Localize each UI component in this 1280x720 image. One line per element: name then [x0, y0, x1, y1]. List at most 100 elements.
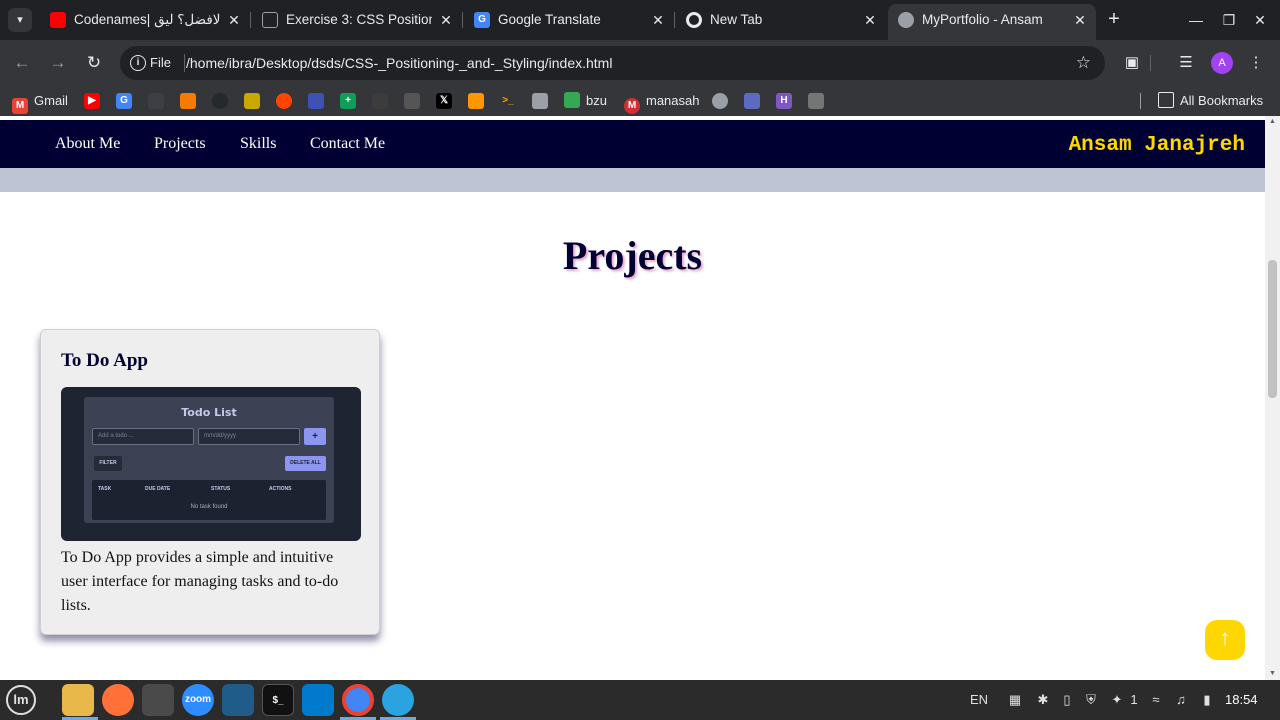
new-tab-button[interactable]: +	[1102, 8, 1126, 32]
media-control-icon[interactable]: ☰	[1174, 51, 1198, 75]
tab-codenames[interactable]: Codenames| الافضل؟ ليق ✕	[40, 4, 250, 36]
chrome-icon[interactable]	[342, 684, 374, 716]
tab-divider	[674, 12, 675, 28]
sound-icon[interactable]: ♫	[1172, 680, 1190, 720]
files-icon[interactable]	[62, 684, 94, 716]
x-icon[interactable]: 𝕏	[436, 93, 452, 109]
calendar-icon[interactable]	[308, 93, 324, 109]
nav-link-about-me[interactable]: About Me	[55, 120, 120, 168]
terminal-icon[interactable]: >_	[500, 93, 516, 109]
bookmark-label: bzu	[586, 93, 607, 108]
document-icon[interactable]	[532, 93, 548, 109]
project-screenshot: Todo List Add a todo ... mm/dd/yyyy + FI…	[61, 387, 361, 541]
bookmark-star-icon[interactable]: ☆	[1076, 46, 1091, 80]
restore-icon[interactable]: ❐	[1217, 8, 1241, 32]
github-cat-icon[interactable]	[212, 93, 228, 109]
extensions-icon[interactable]: ▣	[1120, 51, 1144, 75]
youtube-icon[interactable]: ▶	[84, 93, 100, 109]
globe-icon[interactable]	[712, 93, 728, 109]
tab-close-icon[interactable]: ✕	[650, 4, 666, 36]
bookmarks-bar: M Gmail ▶ G + 𝕏 >_ bzu Mmanasah H All Boo…	[0, 86, 1280, 116]
telegram-icon[interactable]	[382, 684, 414, 716]
tab-close-icon[interactable]: ✕	[438, 4, 454, 36]
bar-chart-icon[interactable]	[468, 93, 484, 109]
clipboard-icon[interactable]: ▯	[1058, 680, 1076, 720]
shield-icon[interactable]: ⛨	[1082, 680, 1100, 720]
emoji-icon[interactable]	[244, 93, 260, 109]
window-close-icon[interactable]: ✕	[1248, 8, 1272, 32]
update-manager-icon[interactable]: ▦	[1004, 680, 1026, 720]
translate-icon[interactable]: G	[116, 93, 132, 109]
minimize-icon[interactable]: —	[1184, 8, 1208, 32]
forward-arrow-icon[interactable]: →	[46, 51, 70, 75]
firefox-icon[interactable]	[102, 684, 134, 716]
kebab-menu-icon[interactable]: ⋮	[1244, 51, 1268, 75]
notifications-icon[interactable]: ✦	[1108, 680, 1126, 720]
h-icon[interactable]: H	[776, 93, 792, 109]
scheme-label: File	[150, 55, 171, 70]
cc-icon[interactable]	[372, 93, 388, 109]
delete-all-button-preview: DELETE ALL	[285, 456, 326, 471]
bookmark-gmail[interactable]: M Gmail	[12, 90, 68, 114]
add-button-preview: +	[304, 428, 326, 445]
scroll-up-arrow-icon[interactable]: ▲	[1265, 116, 1280, 128]
dictionary-icon[interactable]	[404, 93, 420, 109]
todo-heading: Todo List	[181, 406, 237, 419]
youtube-icon	[50, 12, 66, 28]
page-viewport: About Me Projects Skills Contact Me Ansa…	[0, 116, 1280, 680]
all-bookmarks[interactable]: All Bookmarks	[1158, 90, 1263, 112]
avatar[interactable]: A	[1211, 52, 1233, 74]
back-arrow-icon[interactable]: ←	[10, 51, 34, 75]
zoom-label: zoom	[184, 694, 212, 705]
bookmark-label: manasah	[646, 93, 700, 108]
tab-close-icon[interactable]: ✕	[862, 4, 878, 36]
reddit-icon[interactable]	[276, 93, 292, 109]
scroll-to-top-button[interactable]: ↑	[1205, 620, 1245, 660]
battery-icon[interactable]: ▮	[1198, 680, 1216, 720]
project-description: To Do App provides a simple and intuitiv…	[61, 549, 339, 614]
tab-new-tab[interactable]: New Tab ✕	[676, 4, 886, 36]
sheets-icon[interactable]: +	[340, 93, 356, 109]
nav-link-contact-me[interactable]: Contact Me	[310, 120, 385, 168]
screenshot-icon[interactable]	[142, 684, 174, 716]
tab-title: New Tab	[710, 12, 763, 27]
tab-close-icon[interactable]: ✕	[226, 4, 242, 36]
zoom-icon[interactable]: zoom	[182, 684, 214, 716]
tab-exercise[interactable]: Exercise 3: CSS Positioni ✕	[252, 4, 462, 36]
wifi-icon[interactable]: ≈	[1146, 680, 1166, 720]
tab-google-translate[interactable]: G Google Translate ✕	[464, 4, 674, 36]
drive-icon	[564, 92, 580, 108]
terminal-icon[interactable]: $_	[262, 684, 294, 716]
folder-icon	[1158, 92, 1174, 108]
bookmark-bzu[interactable]: bzu	[564, 90, 607, 112]
list-icon[interactable]	[808, 93, 824, 109]
chrome-icon	[686, 12, 702, 28]
scroll-down-arrow-icon[interactable]: ▼	[1265, 668, 1280, 680]
bluetooth-icon[interactable]: ✱	[1034, 680, 1052, 720]
address-bar[interactable]: i File /home/ibra/Desktop/dsds/CSS-_Posi…	[120, 46, 1105, 80]
bookmark-manasah[interactable]: Mmanasah	[624, 90, 700, 114]
url-text[interactable]: /home/ibra/Desktop/dsds/CSS-_Positioning…	[186, 46, 612, 80]
coin-icon[interactable]	[180, 93, 196, 109]
table-header: ACTIONS	[269, 486, 292, 492]
mysql-workbench-icon[interactable]	[222, 684, 254, 716]
tab-myportfolio[interactable]: MyPortfolio - Ansam ✕	[888, 4, 1096, 40]
clock[interactable]: 18:54	[1225, 680, 1258, 720]
mint-menu-icon[interactable]: lm	[6, 685, 36, 715]
vscode-icon[interactable]	[302, 684, 334, 716]
info-icon[interactable]: i	[130, 55, 146, 71]
nav-link-projects[interactable]: Projects	[154, 120, 206, 168]
site-brand: Ansam Janajreh	[1068, 134, 1245, 157]
tab-search-button[interactable]: ▾	[8, 8, 32, 32]
page-scrollbar[interactable]: ▲ ▼	[1265, 116, 1280, 680]
notification-count: 1	[1130, 692, 1138, 707]
scrollbar-thumb[interactable]	[1268, 260, 1277, 398]
reload-icon[interactable]: ↻	[82, 51, 106, 75]
keyboard-language[interactable]: EN	[970, 680, 988, 720]
empty-state-text: No task found	[190, 504, 228, 510]
section-divider-strip	[0, 168, 1265, 192]
tab-close-icon[interactable]: ✕	[1072, 4, 1088, 36]
github-icon[interactable]	[148, 93, 164, 109]
nav-link-skills[interactable]: Skills	[240, 120, 276, 168]
cube-icon[interactable]	[744, 93, 760, 109]
